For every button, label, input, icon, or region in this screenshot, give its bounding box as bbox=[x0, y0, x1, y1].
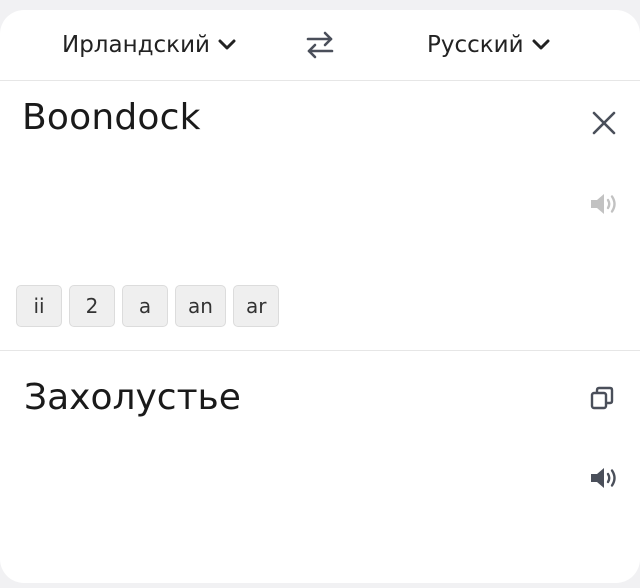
target-language-select[interactable]: Русский bbox=[427, 28, 550, 62]
close-icon[interactable] bbox=[590, 109, 618, 137]
source-input-area[interactable]: Boondock ii 2 a an ar bbox=[0, 81, 640, 351]
suggestion-chip[interactable]: an bbox=[175, 285, 226, 327]
source-text-input[interactable]: Boondock bbox=[22, 97, 201, 138]
suggestion-chips: ii 2 a an ar bbox=[16, 285, 280, 327]
suggestion-chip[interactable]: ar bbox=[232, 285, 280, 327]
suggestion-chip[interactable]: a bbox=[122, 285, 168, 327]
suggestion-chip[interactable]: 2 bbox=[69, 285, 115, 327]
speaker-icon[interactable] bbox=[589, 465, 619, 491]
chevron-down-icon bbox=[532, 39, 550, 50]
swap-languages-button[interactable] bbox=[304, 30, 336, 60]
translation-text: Захолустье bbox=[24, 377, 241, 418]
language-bar: Ирландский Русский bbox=[0, 10, 640, 81]
suggestion-chip[interactable]: ii bbox=[16, 285, 62, 327]
copy-icon[interactable] bbox=[589, 385, 615, 411]
translator-card: Ирландский Русский Boondock ii 2 a an ar… bbox=[0, 10, 640, 583]
source-language-label: Ирландский bbox=[62, 32, 210, 58]
target-language-label: Русский bbox=[427, 32, 524, 58]
source-language-select[interactable]: Ирландский bbox=[62, 28, 236, 62]
chevron-down-icon bbox=[218, 39, 236, 50]
translation-area: Захолустье bbox=[0, 351, 640, 583]
speaker-icon[interactable] bbox=[589, 191, 619, 217]
